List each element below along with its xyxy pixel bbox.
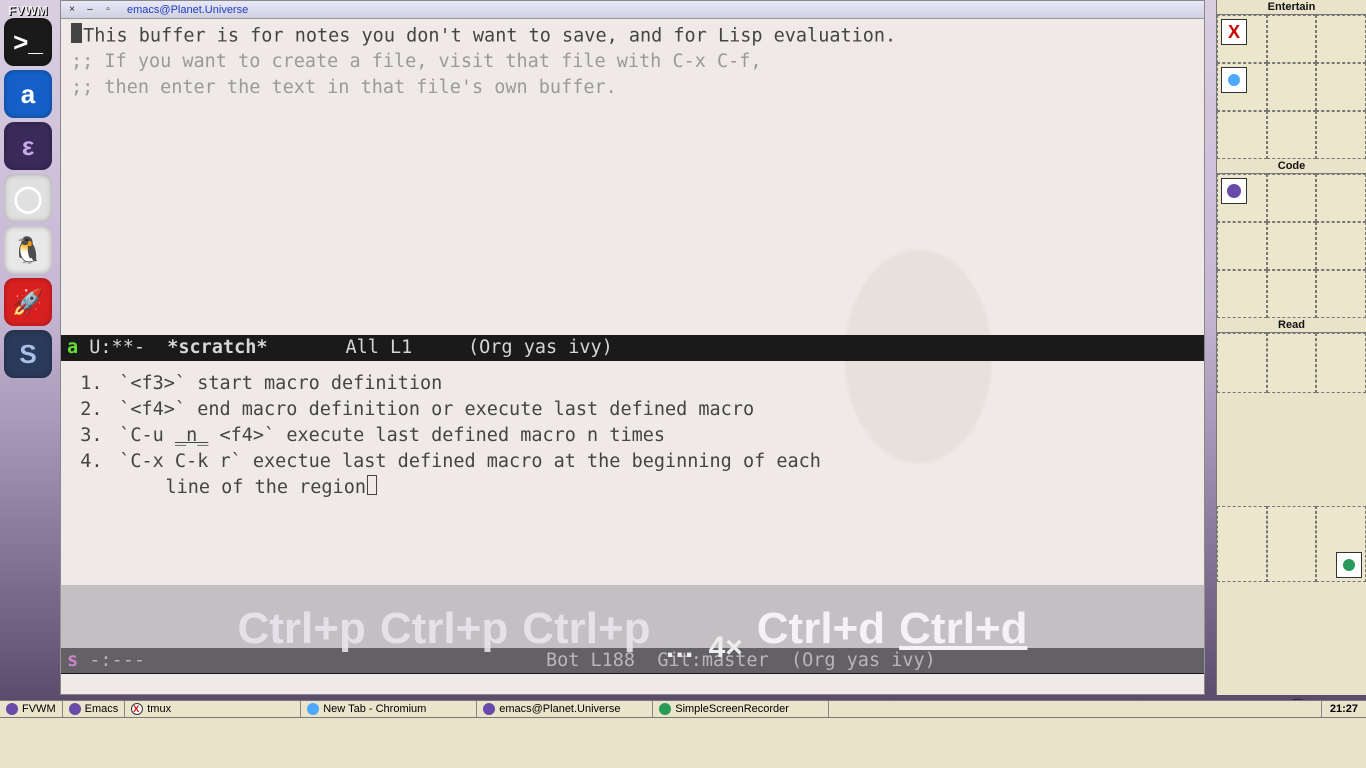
pager-section-title: Read <box>1217 318 1366 333</box>
dock-app-s-icon[interactable]: S <box>4 330 52 378</box>
pager-grid-read[interactable] <box>1217 333 1366 695</box>
point-cursor <box>367 475 377 495</box>
minor-modes: (Org yas ivy) <box>468 335 613 361</box>
pager-desk[interactable] <box>1267 222 1317 270</box>
task-fvwm[interactable]: FVWM <box>0 701 63 717</box>
dock-app-a-icon[interactable]: a <box>4 70 52 118</box>
task-screenrecorder[interactable]: SimpleScreenRecorder <box>653 701 829 717</box>
keycast-overlay: Ctrl+p Ctrl+p Ctrl+p … 4× Ctrl+d Ctrl+d <box>60 585 1205 673</box>
keycast-key: Ctrl+p <box>237 604 365 654</box>
pager-desk[interactable] <box>1217 174 1267 222</box>
pager-desk[interactable] <box>1316 222 1366 270</box>
fvwm-icon <box>6 703 18 715</box>
pager-miniwin-recorder-icon[interactable] <box>1336 552 1362 578</box>
wm-name-label: FVWM <box>8 3 48 18</box>
dock-pidgin-icon[interactable]: 🐧 <box>4 226 52 274</box>
chromium-icon <box>307 703 319 715</box>
modeline-flags: U:**- <box>78 335 156 361</box>
emacs-icon <box>483 703 495 715</box>
evil-state-indicator: a <box>67 335 78 361</box>
taskbar-spacer <box>829 701 1321 717</box>
list-item: `C-x C-k r` exectue last defined macro a… <box>114 449 1192 501</box>
scratch-line: ;; then enter the text in that file's ow… <box>71 75 1194 101</box>
dock-emacs-icon[interactable]: ε <box>4 122 52 170</box>
keycast-key: Ctrl+d <box>757 604 885 654</box>
pager-desk[interactable] <box>1267 333 1317 393</box>
keycast-key-current: Ctrl+d <box>899 604 1027 654</box>
pager-desk[interactable] <box>1316 15 1366 63</box>
taskbar: FVWM Emacs tmux New Tab - Chromium emacs… <box>0 700 1366 718</box>
list-item: `<f3>` start macro definition <box>114 371 1192 397</box>
pager-section-title: Entertain <box>1217 0 1366 15</box>
emacs-icon <box>69 703 81 715</box>
minimize-icon[interactable]: – <box>85 5 95 15</box>
list-item: `<f4>` end macro definition or execute l… <box>114 397 1192 423</box>
point-cursor <box>71 23 82 43</box>
scratch-line: This buffer is for notes you don't want … <box>71 23 1194 49</box>
pager-desk[interactable] <box>1267 111 1317 159</box>
modeline-top[interactable]: a U:**- *scratch* All L1 (Org yas ivy) <box>61 335 1204 361</box>
window-titlebar[interactable]: × – ▫ emacs@Planet.Universe <box>61 1 1204 19</box>
pager-desk[interactable] <box>1217 333 1267 393</box>
pager-desk[interactable] <box>1316 111 1366 159</box>
pager-desk[interactable] <box>1267 15 1317 63</box>
dock-launcher-icon[interactable]: 🚀 <box>4 278 52 326</box>
pager-desk[interactable] <box>1316 63 1366 111</box>
pager-miniwin-chromium-icon[interactable] <box>1221 67 1247 93</box>
pager-desk[interactable] <box>1267 506 1317 582</box>
pager-desk[interactable]: X <box>1217 15 1267 63</box>
pager-miniwin-x-icon[interactable]: X <box>1221 19 1247 45</box>
window-title: emacs@Planet.Universe <box>127 4 248 16</box>
left-dock: >_ a ε ◯ 🐧 🚀 S <box>4 18 56 378</box>
recorder-icon <box>659 703 671 715</box>
task-emacs-window[interactable]: emacs@Planet.Universe <box>477 701 653 717</box>
scratch-buffer-pane[interactable]: This buffer is for notes you don't want … <box>61 19 1204 335</box>
pager-desk[interactable] <box>1217 506 1267 582</box>
keycast-ellipsis: … <box>665 631 695 673</box>
dock-chromium-icon[interactable]: ◯ <box>4 174 52 222</box>
keycast-key: Ctrl+p <box>522 604 650 654</box>
keycast-key: Ctrl+p <box>380 604 508 654</box>
pager-desk[interactable] <box>1217 63 1267 111</box>
pager-miniwin-emacs-icon[interactable] <box>1221 178 1247 204</box>
pager-desk[interactable] <box>1316 506 1366 582</box>
pager-desk[interactable] <box>1267 63 1317 111</box>
task-chromium[interactable]: New Tab - Chromium <box>301 701 477 717</box>
scratch-line: ;; If you want to create a file, visit t… <box>71 49 1194 75</box>
pager-desk[interactable] <box>1217 222 1267 270</box>
pager-desk[interactable] <box>1267 174 1317 222</box>
position-indicator: All L1 <box>345 335 412 361</box>
minibuffer[interactable] <box>61 674 1204 694</box>
pager-desk[interactable] <box>1217 270 1267 318</box>
pager-grid-entertain[interactable]: X <box>1217 15 1366 159</box>
pager-desk[interactable] <box>1316 270 1366 318</box>
panel-background <box>0 718 1366 768</box>
clock: 21:27 <box>1321 701 1366 717</box>
pager-grid-code[interactable] <box>1217 174 1366 318</box>
task-emacs[interactable]: Emacs <box>63 701 126 717</box>
pager-desk[interactable] <box>1316 174 1366 222</box>
list-item: `C-u _n_ <f4>` execute last defined macr… <box>114 423 1192 449</box>
pager-section-title: Code <box>1217 159 1366 174</box>
keycast-repeat-count: 4× <box>709 631 743 673</box>
macro-help-list: `<f3>` start macro definition `<f4>` end… <box>73 371 1192 501</box>
tmux-icon <box>131 703 143 715</box>
close-icon[interactable]: × <box>67 5 77 15</box>
pager-desk[interactable] <box>1217 111 1267 159</box>
task-tmux[interactable]: tmux <box>125 701 301 717</box>
pager-desk[interactable] <box>1267 270 1317 318</box>
pager-desk[interactable] <box>1316 333 1366 393</box>
dock-terminal-icon[interactable]: >_ <box>4 18 52 66</box>
pager-panel: Entertain X Code Read <box>1216 0 1366 695</box>
buffer-name: *scratch* <box>156 335 267 361</box>
maximize-icon[interactable]: ▫ <box>103 5 113 15</box>
